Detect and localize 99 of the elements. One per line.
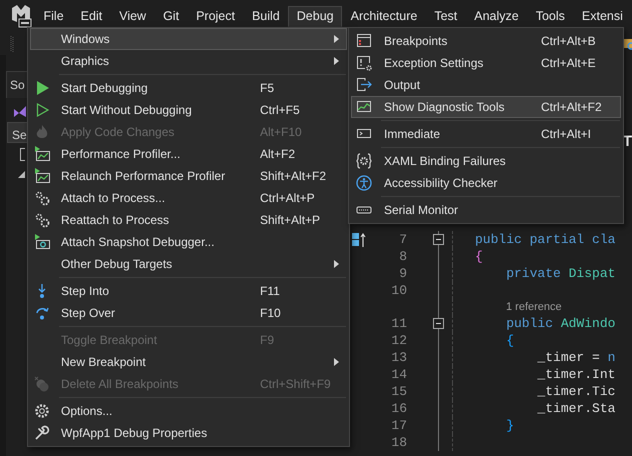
gears-icon	[34, 212, 50, 228]
menu-bar-item[interactable]: View	[110, 6, 155, 27]
line-number: 17	[390, 416, 407, 435]
shortcut-label: F10	[260, 306, 281, 320]
menu-bar-item[interactable]: Build	[243, 6, 288, 27]
code-line: _timer.Int	[536, 366, 616, 383]
menu-item[interactable]: Start Without Debugging Ctrl+F5	[30, 99, 347, 121]
exception-settings-icon	[356, 55, 372, 71]
menu-item[interactable]: XAML Binding Failures	[351, 150, 621, 172]
shortcut-label: Ctrl+Alt+F2	[541, 100, 602, 114]
menu-bar-item[interactable]: Extensi	[573, 6, 632, 27]
menu-bar-item[interactable]: Tools	[527, 6, 574, 27]
shortcut-label: F5	[260, 81, 274, 95]
wrench-icon	[34, 425, 50, 441]
shortcut-label: Ctrl+Shift+F9	[260, 377, 331, 391]
code-line: private Dispat	[505, 265, 616, 282]
line-number: 9	[398, 264, 407, 283]
play-outline-icon	[34, 102, 50, 118]
menu-bar-item[interactable]: Edit	[72, 6, 111, 27]
menu-item[interactable]: Other Debug Targets	[30, 253, 347, 275]
collapse-icon[interactable]	[432, 318, 444, 329]
menu-bar-item[interactable]: File	[35, 6, 72, 27]
menu-item[interactable]: Show Diagnostic Tools Ctrl+Alt+F2	[351, 96, 621, 118]
step-over-icon	[34, 305, 50, 321]
shortcut-label: Ctrl+Alt+I	[541, 127, 592, 141]
menu-bar-item[interactable]: Project	[188, 6, 244, 27]
settings-icon	[34, 403, 50, 419]
chart-icon	[34, 168, 50, 184]
accessibility-icon	[356, 175, 372, 191]
line-number: 10	[390, 282, 407, 300]
menu-bar-item[interactable]: Analyze	[466, 6, 528, 27]
menu-item[interactable]: Graphics	[30, 50, 347, 72]
line-number: 15	[390, 382, 407, 401]
delete-breakpoints-icon	[34, 376, 50, 392]
shortcut-label: Shift+Alt+F2	[260, 169, 326, 183]
menu-item[interactable]: Step Over F10	[30, 302, 347, 324]
line-number: 14	[390, 366, 407, 384]
code-line: _timer = n	[536, 349, 616, 366]
menu-bar-item[interactable]: Test	[426, 6, 466, 27]
menu-item[interactable]: Immediate Ctrl+Alt+I	[351, 123, 621, 145]
output-icon	[356, 77, 372, 93]
menu-item[interactable]: Options...	[30, 400, 347, 422]
line-number: 18	[390, 434, 407, 452]
menu-item[interactable]: Reattach to Process Shift+Alt+P	[30, 209, 347, 231]
line-number: 12	[390, 332, 407, 350]
shortcut-label: F9	[260, 333, 274, 347]
shortcut-label: F11	[260, 284, 280, 298]
menu-item[interactable]: Serial Monitor	[351, 199, 621, 221]
line-number: 16	[390, 400, 407, 418]
line-number: 8	[398, 248, 407, 266]
panel-tab[interactable]: So	[6, 71, 29, 98]
reference-count-link[interactable]: 1 reference	[506, 298, 562, 316]
menu-item[interactable]: Breakpoints Ctrl+Alt+B	[351, 30, 621, 52]
gears-icon	[34, 190, 50, 206]
braces-gear-icon	[356, 153, 372, 169]
menu-item[interactable]: Exception Settings Ctrl+Alt+E	[351, 52, 621, 74]
menu-item[interactable]: Windows	[30, 28, 347, 50]
breakpoints-window-icon	[356, 33, 372, 49]
menu-bar-item[interactable]: Git	[154, 6, 188, 27]
menu-item[interactable]: Attach to Process... Ctrl+Alt+P	[30, 187, 347, 209]
code-line: _timer.Tic	[536, 383, 616, 400]
shortcut-label: Ctrl+Alt+P	[260, 191, 315, 205]
expander-icon[interactable]	[18, 171, 25, 178]
menu-item[interactable]: Step Into F11	[30, 280, 347, 302]
shortcut-label: Alt+F10	[260, 125, 302, 139]
line-number: 7	[398, 230, 407, 249]
play-icon	[34, 80, 50, 96]
code-line: }	[505, 417, 514, 434]
menu-item[interactable]: Performance Profiler... Alt+F2	[30, 143, 347, 165]
line-number: 11	[390, 314, 407, 333]
shortcut-label: Alt+F2	[260, 147, 296, 161]
chart-icon	[34, 146, 50, 162]
shortcut-label: Ctrl+F5	[260, 103, 300, 117]
menu-bar-item[interactable]: Architecture	[342, 6, 426, 27]
menu-item[interactable]: Accessibility Checker	[351, 172, 621, 194]
line-number: 13	[390, 348, 407, 367]
menu-bar-item[interactable]: Debug	[288, 6, 342, 27]
shortcut-label: Ctrl+Alt+B	[541, 34, 596, 48]
code-line: {	[505, 332, 514, 349]
bracket-icon	[20, 148, 26, 161]
menu-item[interactable]: Attach Snapshot Debugger...	[30, 231, 347, 253]
shortcut-label: Ctrl+Alt+E	[541, 56, 596, 70]
code-line: public AdWindo	[505, 315, 616, 332]
code-line: {	[475, 248, 483, 265]
menu-item[interactable]: WpfApp1 Debug Properties	[30, 422, 347, 444]
implementation-icon[interactable]	[352, 232, 366, 246]
menu-item[interactable]: Output	[351, 74, 621, 96]
shortcut-label: Shift+Alt+P	[260, 213, 320, 227]
menu-item[interactable]: Relaunch Performance Profiler Shift+Alt+F2	[30, 165, 347, 187]
camera-icon	[34, 234, 50, 250]
code-line: _timer.Sta	[536, 400, 616, 417]
solution-icon[interactable]	[13, 104, 27, 118]
chart-icon	[356, 99, 372, 115]
collapse-icon[interactable]	[432, 234, 444, 245]
code-line: public partial cla	[475, 231, 616, 248]
menu-item[interactable]: New Breakpoint	[30, 351, 347, 373]
flame-icon	[34, 124, 50, 140]
toolbar-grip[interactable]	[10, 35, 14, 52]
menu-item[interactable]: Start Debugging F5	[30, 77, 347, 99]
